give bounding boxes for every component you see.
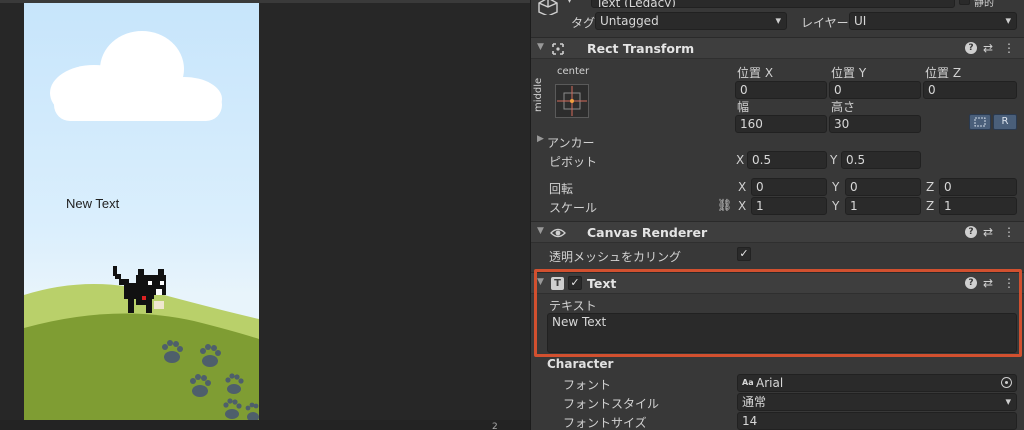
rot-z-field[interactable]: 0: [939, 178, 1017, 196]
pivot-y-field[interactable]: 0.5: [841, 151, 921, 169]
text-value-area[interactable]: New Text: [547, 313, 1017, 353]
game-scene-art: [24, 31, 259, 420]
game-new-text[interactable]: New Text: [66, 196, 119, 211]
text-label: テキスト: [549, 299, 597, 313]
character-section-label: Character: [547, 357, 614, 371]
pivot-x-axis: X: [736, 153, 745, 167]
text-component-icon: T: [551, 277, 564, 290]
anchor-fold-icon[interactable]: ▶: [537, 134, 544, 144]
blueprint-icon: [974, 117, 986, 127]
rot-x-field[interactable]: 0: [751, 178, 827, 196]
active-dropdown-icon[interactable]: ▾: [567, 0, 572, 6]
preset-icon[interactable]: ⇄: [983, 225, 993, 239]
cloud-icon: [50, 31, 222, 121]
fold-arrow-icon[interactable]: ▼: [537, 42, 544, 52]
cull-mesh-checkbox[interactable]: ✓: [737, 247, 751, 261]
scale-y-axis: Y: [832, 199, 840, 213]
cull-mesh-label: 透明メッシュをカリング: [549, 250, 682, 264]
pos-y-field[interactable]: 0: [829, 81, 921, 99]
text-enabled-checkbox[interactable]: ✓: [568, 276, 582, 290]
fold-arrow-icon[interactable]: ▼: [537, 277, 544, 287]
font-asset-icon: Aa: [742, 378, 754, 387]
font-size-field[interactable]: 14: [737, 412, 1017, 430]
text-component-title: Text: [587, 276, 617, 291]
scale-z-field[interactable]: 1: [939, 197, 1017, 215]
height-field[interactable]: 30: [829, 115, 921, 133]
text-component-header[interactable]: ▼ T ✓ Text ? ⇄ ⋮: [531, 272, 1024, 294]
object-picker-icon[interactable]: [1001, 377, 1012, 388]
anchor-presets-icon[interactable]: [555, 84, 589, 118]
blueprint-mode-button[interactable]: [969, 114, 991, 130]
help-icon[interactable]: ?: [965, 42, 977, 54]
gameobject-icon: [538, 0, 558, 15]
static-checkbox[interactable]: [959, 0, 970, 5]
more-menu-icon[interactable]: ⋮: [1003, 276, 1015, 290]
rect-transform-title: Rect Transform: [587, 41, 695, 56]
font-style-dropdown[interactable]: 通常: [737, 393, 1017, 411]
tag-label: タグ: [571, 16, 596, 30]
rot-z-axis: Z: [926, 180, 935, 194]
scene-corner-label: 2: [492, 422, 498, 430]
scale-y-field[interactable]: 1: [845, 197, 921, 215]
height-label: 高さ: [831, 100, 856, 114]
canvas-renderer-title: Canvas Renderer: [587, 225, 708, 240]
font-style-label: フォントスタイル: [563, 397, 660, 411]
layer-dropdown[interactable]: UI: [849, 12, 1017, 30]
rotation-label: 回転: [549, 182, 574, 196]
static-label: 静的: [974, 0, 994, 9]
rect-transform-icon: [552, 43, 564, 55]
scale-label: スケール: [549, 201, 598, 215]
font-field[interactable]: Aa Arial: [737, 374, 1017, 392]
pos-z-label: 位置 Z: [925, 66, 962, 80]
fold-arrow-icon[interactable]: ▼: [537, 226, 544, 236]
pivot-y-axis: Y: [830, 153, 838, 167]
rot-y-field[interactable]: 0: [845, 178, 921, 196]
pos-z-field[interactable]: 0: [923, 81, 1017, 99]
preset-icon[interactable]: ⇄: [983, 276, 993, 290]
pivot-x-field[interactable]: 0.5: [747, 151, 827, 169]
pos-y-label: 位置 Y: [831, 66, 867, 80]
pivot-label: ピボット: [549, 155, 598, 169]
scene-bottom-bar: [0, 420, 530, 430]
width-field[interactable]: 160: [735, 115, 827, 133]
scale-x-field[interactable]: 1: [751, 197, 827, 215]
anchor-h-label: center: [557, 66, 590, 77]
font-value: Arial: [756, 376, 784, 390]
help-icon[interactable]: ?: [965, 226, 977, 238]
pos-x-label: 位置 X: [737, 66, 774, 80]
width-label: 幅: [737, 100, 750, 114]
tag-dropdown[interactable]: Untagged: [595, 12, 787, 30]
help-icon[interactable]: ?: [965, 277, 977, 289]
rect-transform-header[interactable]: ▼ Rect Transform ? ⇄ ⋮: [531, 37, 1024, 59]
constrain-proportions-icon[interactable]: ⛓: [717, 198, 732, 212]
anchors-label[interactable]: アンカー: [547, 134, 595, 151]
more-menu-icon[interactable]: ⋮: [1003, 225, 1015, 239]
raw-edit-button[interactable]: R: [993, 114, 1017, 130]
scale-z-axis: Z: [926, 199, 935, 213]
inspector-panel: ▾ Text (Legacy) 静的 タグ Untagged レイヤー UI ▼…: [530, 0, 1024, 430]
eye-icon: [550, 228, 566, 238]
layer-label: レイヤー: [801, 16, 849, 30]
rot-x-axis: X: [738, 180, 747, 194]
canvas-renderer-header[interactable]: ▼ Canvas Renderer ? ⇄ ⋮: [531, 221, 1024, 243]
anchor-v-label: middle: [533, 77, 544, 112]
scale-x-axis: X: [738, 199, 747, 213]
unity-editor: New Text 2 ▾ Text (Legacy) 静的 タグ Untagge…: [0, 0, 1024, 430]
font-label: フォント: [563, 378, 612, 392]
pos-x-field[interactable]: 0: [735, 81, 827, 99]
more-menu-icon[interactable]: ⋮: [1003, 41, 1015, 55]
rot-y-axis: Y: [832, 180, 840, 194]
preset-icon[interactable]: ⇄: [983, 41, 993, 55]
object-name-field[interactable]: Text (Legacy): [591, 0, 955, 8]
font-size-label: フォントサイズ: [563, 416, 647, 430]
game-preview[interactable]: New Text: [24, 3, 259, 420]
